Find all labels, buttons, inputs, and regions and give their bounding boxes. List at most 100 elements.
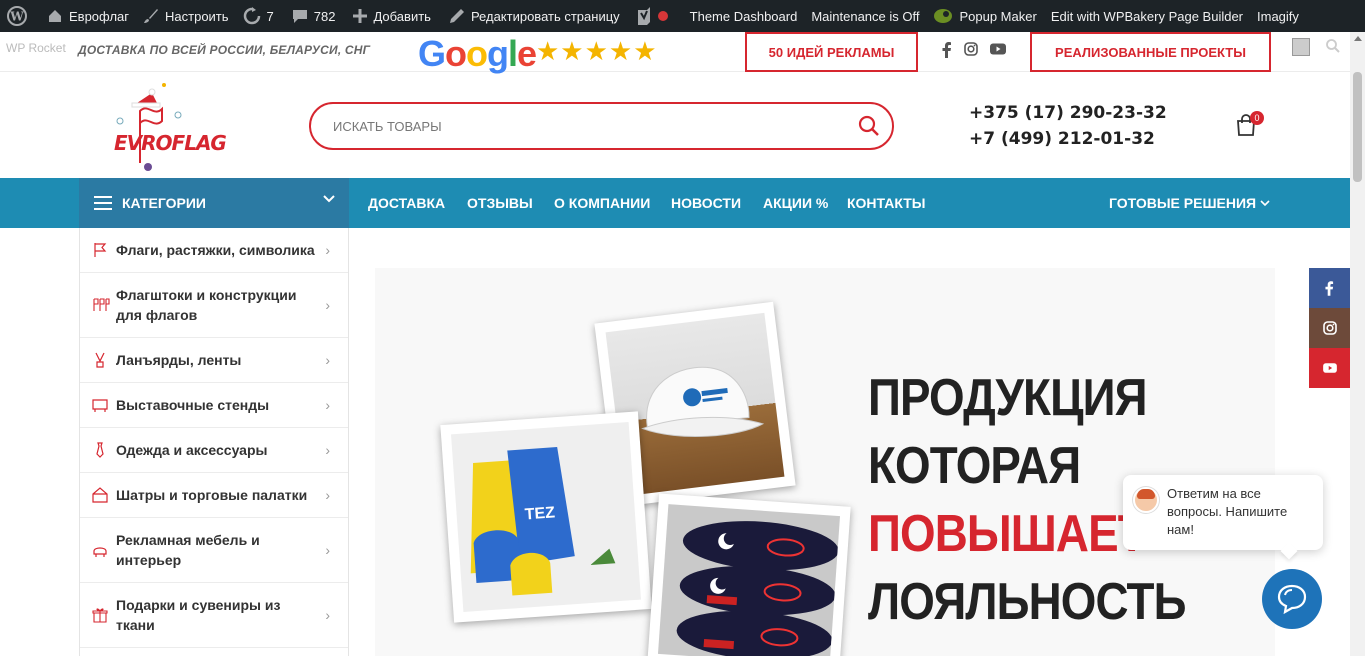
popup-maker-link[interactable]: Popup Maker — [926, 0, 1043, 32]
ideas-button[interactable]: 50 ИДЕЙ РЕКЛАМЫ — [745, 32, 918, 72]
tie-icon — [96, 442, 104, 458]
youtube-icon[interactable] — [990, 42, 1006, 56]
google-logo: Google — [418, 33, 537, 74]
category-item-clothing[interactable]: Одежда и аксессуары › — [80, 428, 348, 473]
menu-icon — [94, 196, 112, 210]
seo-status-dot — [657, 11, 668, 21]
side-youtube-button[interactable] — [1309, 348, 1350, 388]
hero-headline-line1: ПРОДУКЦИЯ — [868, 369, 1148, 427]
updates-link[interactable]: 7 — [236, 0, 281, 32]
nav-contacts[interactable]: КОНТАКТЫ — [847, 178, 925, 228]
pencil-icon — [449, 9, 464, 23]
hero-headline-line4: ЛОЯЛЬНОСТЬ — [868, 573, 1186, 631]
avatar[interactable] — [1292, 38, 1310, 56]
wp-logo-icon[interactable]: W — [0, 0, 40, 32]
scroll-up-arrow[interactable] — [1354, 36, 1362, 41]
phone-ru[interactable]: +7 (499) 212-01-32 — [969, 129, 1155, 149]
yoast-icon — [637, 7, 650, 25]
cart-count-badge: 0 — [1250, 111, 1264, 125]
masks-image — [676, 521, 839, 656]
wp-rocket-link[interactable]: WP Rocket — [6, 41, 66, 55]
comments-link[interactable]: 782 — [285, 0, 343, 32]
edit-page-link[interactable]: Редактировать страницу — [442, 0, 627, 32]
nav-promotions[interactable]: АКЦИИ % — [763, 178, 828, 228]
search-icon[interactable] — [1326, 39, 1340, 53]
phone-by[interactable]: +375 (17) 290-23-32 — [969, 103, 1167, 123]
site-name-link[interactable]: Еврофлаг — [40, 0, 136, 32]
side-facebook-button[interactable] — [1309, 268, 1350, 308]
theme-dashboard-link[interactable]: Theme Dashboard — [683, 0, 805, 32]
search-input[interactable] — [333, 116, 833, 136]
page-scrollbar[interactable] — [1350, 32, 1365, 656]
nav-ready-solutions[interactable]: ГОТОВЫЕ РЕШЕНИЯ — [1109, 178, 1270, 228]
facebook-icon — [1325, 280, 1334, 296]
category-item-stands[interactable]: Выставочные стенды › — [80, 383, 348, 428]
chat-message-text: Ответим на все вопросы. Напишите нам! — [1167, 486, 1288, 537]
categories-toggle[interactable]: КАТЕГОРИИ — [79, 178, 349, 228]
category-item-lanyards[interactable]: Ланъярды, ленты › — [80, 338, 348, 383]
chevron-right-icon: › — [325, 297, 330, 313]
chevron-right-icon: › — [325, 442, 330, 458]
operator-avatar — [1133, 487, 1159, 513]
instagram-icon[interactable] — [964, 42, 978, 56]
flagpole-icon — [93, 298, 110, 311]
customize-link[interactable]: Настроить — [136, 0, 236, 32]
chevron-right-icon: › — [325, 352, 330, 368]
comment-icon — [292, 10, 307, 23]
chat-open-button[interactable] — [1262, 569, 1322, 629]
chevron-down-icon — [323, 195, 335, 203]
delivery-notice: ДОСТАВКА ПО ВСЕЙ РОССИИ, БЕЛАРУСИ, СНГ — [78, 43, 371, 57]
hero-headline-line3: ПОВЫШАЕТ — [868, 505, 1146, 563]
chevron-down-icon — [1260, 199, 1270, 206]
instagram-icon — [1322, 321, 1337, 335]
home-icon — [49, 10, 61, 22]
wp-admin-bar: W Еврофлаг Настроить 7 782 Добавить Реда… — [0, 0, 1365, 32]
bags-photo: TEZ — [440, 411, 652, 623]
yoast-link[interactable] — [629, 0, 683, 32]
nav-about[interactable]: О КОМПАНИИ — [554, 178, 650, 228]
top-strip: WP Rocket ДОСТАВКА ПО ВСЕЙ РОССИИ, БЕЛАР… — [0, 32, 1350, 74]
categories-label: КАТЕГОРИИ — [122, 195, 206, 211]
hero-headline-line2: КОТОРАЯ — [868, 437, 1081, 495]
youtube-icon — [1322, 363, 1337, 373]
nav-reviews[interactable]: ОТЗЫВЫ — [467, 178, 533, 228]
category-item-flagpoles[interactable]: Флагштоки и конструкции для флагов › — [80, 273, 348, 338]
gift-icon — [92, 608, 108, 623]
logo-graphic — [116, 83, 182, 171]
maintenance-link[interactable]: Maintenance is Off — [804, 0, 926, 32]
projects-button[interactable]: РЕАЛИЗОВАННЫЕ ПРОЕКТЫ — [1030, 32, 1271, 72]
facebook-icon[interactable] — [942, 42, 952, 58]
brush-icon — [144, 9, 159, 23]
wpbakery-link[interactable]: Edit with WPBakery Page Builder — [1044, 0, 1250, 32]
cart-button[interactable]: 0 — [1236, 111, 1264, 141]
site-name-label: Еврофлаг — [69, 8, 130, 24]
chat-message-bubble[interactable]: Ответим на все вопросы. Напишите нам! — [1123, 475, 1323, 550]
site-logo[interactable]: EVROFLAG — [108, 83, 227, 173]
plus-icon — [353, 9, 368, 23]
chat-icon — [1277, 584, 1307, 615]
updates-icon — [243, 7, 260, 25]
chevron-right-icon: › — [325, 242, 330, 258]
top-social-links — [942, 42, 1006, 58]
category-item-furniture[interactable]: Рекламная мебель и интерьер › — [80, 518, 348, 583]
nav-news[interactable]: НОВОСТИ — [671, 178, 741, 228]
scroll-thumb[interactable] — [1353, 72, 1362, 182]
tent-icon — [92, 487, 108, 503]
chevron-right-icon: › — [325, 397, 330, 413]
logo-text: EVROFLAG — [114, 131, 227, 155]
category-item-tents[interactable]: Шатры и торговые палатки › — [80, 473, 348, 518]
imagify-link[interactable]: Imagify — [1250, 0, 1306, 32]
bags-image: TEZ — [470, 447, 616, 596]
rating-stars: ★★★★★ — [536, 36, 658, 66]
add-new-link[interactable]: Добавить — [346, 0, 437, 32]
side-instagram-button[interactable] — [1309, 308, 1350, 348]
categories-menu: Флаги, растяжки, символика › Флагштоки и… — [79, 228, 349, 656]
nav-delivery[interactable]: ДОСТАВКА — [368, 178, 445, 228]
lanyard-icon — [95, 352, 105, 368]
furniture-icon — [93, 547, 107, 557]
category-item-gifts[interactable]: Подарки и сувениры из ткани › — [80, 583, 348, 648]
search-icon[interactable] — [858, 115, 880, 137]
category-item-flags[interactable]: Флаги, растяжки, символика › — [80, 228, 348, 273]
svg-text:TEZ: TEZ — [524, 504, 556, 523]
flag-icon — [94, 243, 107, 257]
